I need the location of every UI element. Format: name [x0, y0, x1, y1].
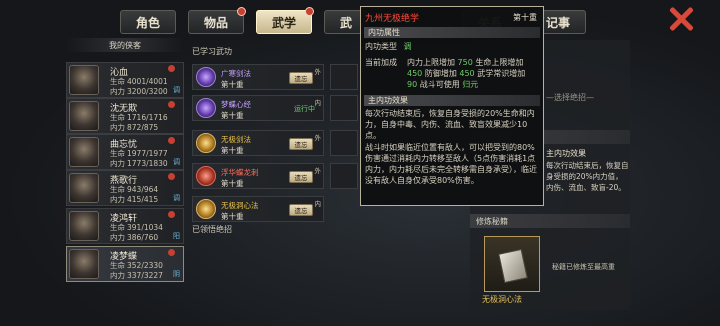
secret-book-bar: 修炼秘籍	[470, 214, 630, 228]
skill-slot[interactable]	[330, 163, 358, 189]
forget-button[interactable]: 遗忘	[289, 171, 313, 183]
skill-tooltip: 九州无极绝学 第十重 内功属性 内功类型 调 当前加成 内力上限增加 750 生…	[360, 6, 544, 206]
skill-row[interactable]: 梦蝶心经 第十重 内运行中	[192, 95, 324, 121]
internal-type-label: 内功类型	[365, 42, 397, 51]
forget-button[interactable]: 遗忘	[289, 72, 313, 84]
skill-icon	[196, 67, 216, 87]
tab-martial-arts[interactable]: 武学	[256, 7, 314, 34]
skill-name: 无极洞心法	[221, 201, 259, 210]
skill-row[interactable]: 浮华蝶龙刺 第十重 外遗忘	[192, 163, 324, 189]
forget-button[interactable]: 遗忘	[289, 138, 313, 150]
skill-type: 外	[314, 68, 322, 76]
skill-row[interactable]: 无极洞心法 第十重 内遗忘	[192, 196, 324, 222]
skill-type: 内	[314, 200, 322, 208]
effect-text-1: 每次行动结束后，恢复自身受损的20%生命和内力，自身中毒、内伤、流血、致盲效果减…	[365, 109, 535, 140]
secret-book-name: 无极洞心法	[482, 295, 522, 304]
main-effect-header: 主内功效果	[364, 95, 540, 106]
tab-character[interactable]: 角色	[120, 10, 176, 34]
notification-dot	[168, 137, 175, 144]
main-effect-label: 主内功效果	[546, 149, 586, 158]
skill-level: 第十重	[221, 80, 244, 89]
hero-mp: 内力 872/875	[110, 123, 159, 132]
internal-type-value: 调	[403, 42, 412, 51]
effect-text-2: 战斗时如果临近位置有敌人，可以把受到的80%伤害通过消耗内力转移至敌人（5点伤害…	[365, 143, 537, 185]
skill-slot[interactable]	[330, 64, 358, 90]
running-status: 运行中	[294, 105, 315, 113]
hero-card[interactable]: 沈无欺 生命 1716/1716 内力 872/875	[66, 98, 184, 134]
skill-icon	[196, 133, 216, 153]
avatar	[69, 101, 99, 131]
notification-dot	[168, 65, 175, 72]
close-icon[interactable]	[668, 6, 694, 32]
skill-type: 内	[314, 99, 322, 107]
tab-items[interactable]: 物品	[188, 7, 246, 34]
skill-row[interactable]: 广寒剑法 第十重 外遗忘	[192, 64, 324, 90]
skill-slot[interactable]	[330, 130, 358, 156]
skill-name: 无极剑法	[221, 135, 251, 144]
hero-mp: 内力 337/3227	[110, 271, 163, 280]
avatar	[69, 173, 99, 203]
bonus-label: 当前加成	[365, 58, 397, 67]
hero-list-title: 我的侠客	[66, 38, 184, 52]
hero-mp: 内力 3200/3200	[110, 87, 168, 96]
hero-card[interactable]: 沁血 生命 4001/4001 内力 3200/3200 调	[66, 62, 184, 98]
hero-mp: 内力 1773/1830	[110, 159, 168, 168]
skill-name: 广寒剑法	[221, 69, 251, 78]
skill-row[interactable]: 无极剑法 第十重 外遗忘	[192, 130, 324, 156]
avatar	[69, 211, 99, 241]
skill-name: 梦蝶心经	[221, 100, 251, 109]
secret-book-status: 秘籍已修炼至最高重	[552, 263, 615, 271]
skill-icon	[196, 199, 216, 219]
hero-card[interactable]: 曲忘忧 生命 1977/1977 内力 1773/1830 调	[66, 134, 184, 170]
tooltip-level: 第十重	[513, 13, 537, 22]
skill-icon	[196, 166, 216, 186]
hero-card[interactable]: 燕歌行 生命 943/964 内力 415/415 调	[66, 170, 184, 206]
avatar	[69, 137, 99, 167]
notification-dot	[305, 7, 314, 16]
secret-book-icon[interactable]	[484, 236, 540, 292]
notification-dot	[168, 249, 175, 256]
avatar	[69, 249, 99, 279]
select-move-hint[interactable]: —选择绝招—	[546, 92, 594, 103]
skill-name: 浮华蝶龙刺	[221, 168, 259, 177]
internal-attr-header: 内功属性	[364, 27, 540, 38]
notification-dot	[168, 211, 175, 218]
skill-type: 外	[314, 167, 322, 175]
notification-dot	[237, 7, 246, 16]
bonus-list: 内力上限增加 750 生命上限增加 450 防御增加 450 武学常识增加 90…	[407, 58, 526, 89]
skill-level: 第十重	[221, 111, 244, 120]
tooltip-title: 九州无极绝学	[365, 14, 420, 24]
skill-level: 第十重	[221, 179, 244, 188]
hero-tag: 调	[173, 86, 180, 94]
hero-mp: 内力 386/760	[110, 233, 159, 242]
skill-type: 外	[314, 134, 322, 142]
skill-level: 第十重	[221, 146, 244, 155]
learned-skills-label: 已学习武功	[192, 47, 232, 56]
skill-level: 第十重	[221, 212, 244, 221]
hero-tag: 阴	[173, 270, 180, 278]
forget-button[interactable]: 遗忘	[289, 204, 313, 216]
hero-mp: 内力 415/415	[110, 195, 159, 204]
skill-icon	[196, 98, 216, 118]
skill-slot[interactable]	[330, 95, 358, 121]
notification-dot	[168, 101, 175, 108]
notification-dot	[168, 173, 175, 180]
hero-card[interactable]: 凌梦蝶 生命 352/2330 内力 337/3227 阴	[66, 246, 184, 282]
hero-card[interactable]: 凌鸿轩 生命 391/1034 内力 386/760 阳	[66, 208, 184, 244]
hero-tag: 阳	[173, 232, 180, 240]
hero-tag: 调	[173, 158, 180, 166]
comprehended-moves-label: 已领悟绝招	[192, 225, 232, 234]
avatar	[69, 65, 99, 95]
main-effect-text: 每次行动结束后，恢复自身受损的20%内力值，内伤、流血、致盲-20。	[546, 161, 629, 192]
hero-tag: 调	[173, 194, 180, 202]
